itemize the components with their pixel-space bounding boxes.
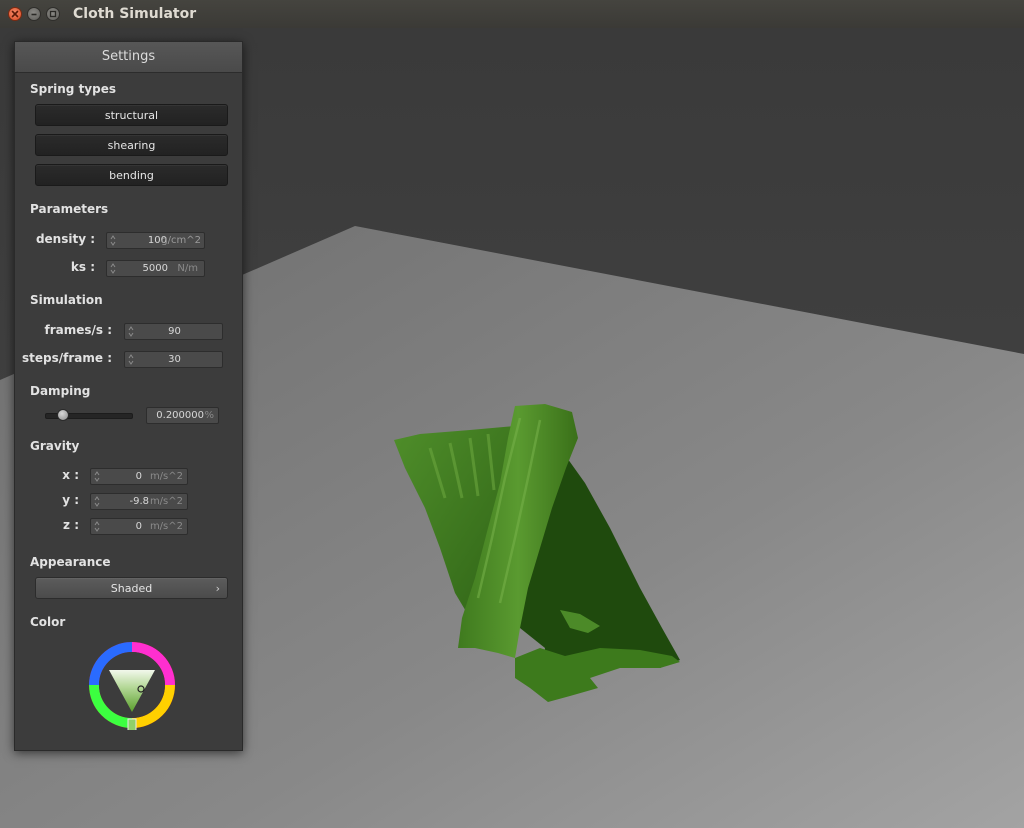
spinner-arrows-icon[interactable]: [110, 234, 116, 247]
ks-label: ks :: [70, 260, 95, 274]
color-wheel[interactable]: [87, 640, 177, 730]
damping-heading: Damping: [30, 384, 91, 398]
gravity-heading: Gravity: [30, 439, 80, 453]
damping-value: 0.200000: [156, 410, 204, 421]
gravity-y-unit: m/s^2: [149, 496, 183, 507]
close-icon: [11, 10, 19, 18]
steps-per-frame-field[interactable]: 30: [124, 351, 223, 368]
gravity-y-value: -9.8: [129, 496, 149, 507]
appearance-dropdown[interactable]: Shaded ›: [35, 577, 228, 599]
gravity-y-label: y :: [62, 493, 79, 507]
settings-panel: Settings Spring types structural shearin…: [14, 41, 243, 751]
gravity-y-field[interactable]: -9.8 m/s^2: [90, 493, 188, 510]
simulation-heading: Simulation: [30, 293, 103, 307]
chevron-right-icon: ›: [215, 582, 220, 595]
shearing-button[interactable]: shearing: [35, 134, 228, 156]
settings-panel-title: Settings: [15, 42, 242, 73]
gravity-x-value: 0: [135, 471, 142, 482]
structural-button[interactable]: structural: [35, 104, 228, 126]
damping-field[interactable]: 0.200000 %: [146, 407, 219, 424]
density-label: density :: [35, 232, 95, 246]
spinner-arrows-icon[interactable]: [94, 520, 100, 533]
minimize-icon: [31, 13, 37, 16]
hue-picker-marker[interactable]: [127, 718, 137, 730]
spring-types-heading: Spring types: [30, 82, 117, 96]
gravity-x-field[interactable]: 0 m/s^2: [90, 468, 188, 485]
maximize-icon: [49, 10, 57, 18]
maximize-window-button[interactable]: [46, 7, 60, 21]
gravity-x-unit: m/s^2: [149, 471, 183, 482]
appearance-dropdown-value: Shaded: [110, 582, 153, 595]
title-bar: Cloth Simulator: [0, 0, 1024, 29]
steps-per-frame-label: steps/frame :: [22, 351, 112, 365]
frames-per-second-label: frames/s :: [44, 323, 112, 337]
density-field[interactable]: 100 g/cm^2: [106, 232, 205, 249]
parameters-heading: Parameters: [30, 202, 109, 216]
gravity-z-value: 0: [135, 521, 142, 532]
steps-per-frame-value: 30: [168, 354, 181, 365]
gravity-x-label: x :: [62, 468, 79, 482]
gravity-z-label: z :: [63, 518, 79, 532]
window-title: Cloth Simulator: [73, 6, 197, 22]
bending-button[interactable]: bending: [35, 164, 228, 186]
damping-unit: %: [204, 410, 214, 421]
spinner-arrows-icon[interactable]: [94, 470, 100, 483]
gravity-z-unit: m/s^2: [149, 521, 183, 532]
spinner-arrows-icon[interactable]: [94, 495, 100, 508]
gravity-z-field[interactable]: 0 m/s^2: [90, 518, 188, 535]
color-heading: Color: [30, 615, 66, 629]
close-window-button[interactable]: [8, 7, 22, 21]
ks-field[interactable]: 5000 N/m: [106, 260, 205, 277]
frames-per-second-field[interactable]: 90: [124, 323, 223, 340]
spinner-arrows-icon[interactable]: [110, 262, 116, 275]
damping-slider-thumb[interactable]: [57, 409, 69, 421]
appearance-heading: Appearance: [30, 555, 111, 569]
minimize-window-button[interactable]: [27, 7, 41, 21]
density-unit: g/cm^2: [161, 235, 201, 246]
ks-value: 5000: [142, 263, 168, 274]
ks-unit: N/m: [177, 263, 198, 274]
frames-per-second-value: 90: [168, 326, 181, 337]
